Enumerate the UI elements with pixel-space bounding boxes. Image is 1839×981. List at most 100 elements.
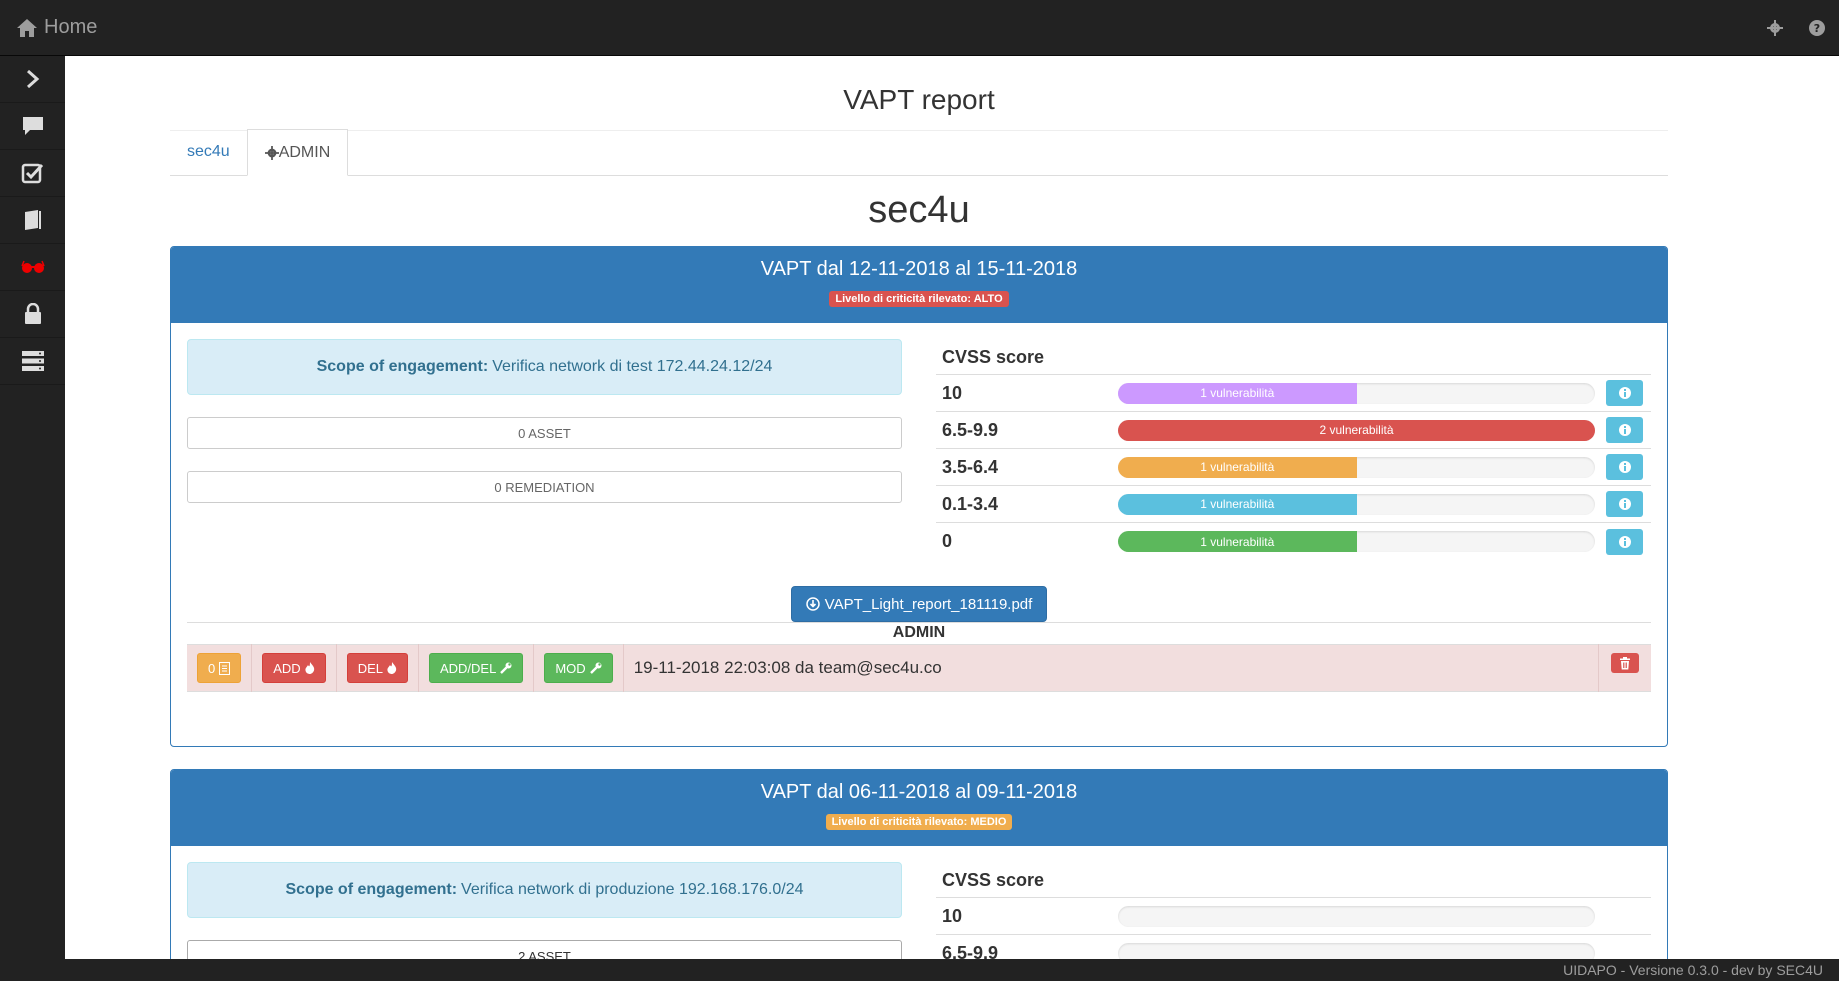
tab-admin[interactable]: ADMIN (246, 129, 349, 176)
download-report-button[interactable]: VAPT_Light_report_181119.pdf (790, 586, 1048, 622)
server-icon (21, 351, 44, 371)
cvss-range: 6.5-9.9 (942, 943, 999, 959)
cvss-range: 3.5-6.4 (942, 456, 999, 477)
main-content: VAPT report sec4u ADMIN sec4u VAPT dal 1… (65, 56, 1839, 959)
scope-label: Scope of engagement: (285, 881, 458, 898)
tab-admin-label: ADMIN (278, 143, 331, 161)
info-icon (1618, 387, 1631, 399)
mod-label: MOD (555, 660, 586, 676)
tab-bar: sec4u ADMIN (170, 129, 1668, 176)
cvss-range: 10 (942, 382, 963, 403)
cvss-bar: 2 vulnerabilità (1118, 419, 1595, 441)
info-button[interactable] (1606, 491, 1643, 517)
book-icon (24, 210, 41, 230)
wrench-icon (589, 662, 602, 674)
vapt-title: VAPT dal 12-11-2018 al 15-11-2018 (760, 258, 1078, 280)
mod-remediation-button[interactable]: MOD (544, 653, 613, 683)
del-label: DEL (357, 660, 383, 676)
cvss-row: 10 1 vulnerabilità (936, 375, 1651, 412)
remediation-count-button[interactable]: 0 REMEDIATION (187, 471, 902, 503)
wrench-icon (500, 662, 512, 674)
scope-text: Verifica network di test 172.44.24.12/24 (492, 358, 773, 375)
del-vuln-button[interactable]: DEL (346, 653, 408, 683)
download-label: VAPT_Light_report_181119.pdf (824, 595, 1033, 613)
vapt-panel-heading: VAPT dal 06-11-2018 al 09-11-2018 Livell… (171, 770, 1667, 846)
home-label: Home (44, 16, 98, 38)
footer-version: UIDAPO - Versione 0.3.0 - dev by SEC4U (1563, 962, 1823, 978)
info-icon (1618, 424, 1631, 436)
cvss-row: 6.5-9.9 2 vulnerabilità (936, 412, 1651, 449)
top-navbar: Home ? (0, 0, 1839, 56)
add-vuln-button[interactable]: ADD (262, 653, 326, 683)
cvss-bar: 1 vulnerabilità (1118, 493, 1357, 515)
cvss-table: CVSS score 10 1 vulnerabilità 6.5-9.9 2 … (936, 339, 1651, 560)
sidebar-item-vapt[interactable] (0, 244, 65, 291)
cvss-range: 0 (942, 531, 953, 551)
sidebar (0, 56, 65, 959)
cvss-title: CVSS score (936, 339, 1651, 375)
help-icon[interactable]: ? (1809, 20, 1825, 36)
sidebar-item-servers[interactable] (0, 338, 65, 385)
scope-text: Verifica network di produzione 192.168.1… (461, 881, 804, 898)
sidebar-toggle[interactable] (0, 56, 65, 103)
tab-sec4u[interactable]: sec4u (170, 129, 247, 175)
cvss-progress: 1 vulnerabilità (1118, 493, 1595, 515)
cvss-table: CVSS score 10 6.5-9.9 (936, 862, 1651, 959)
chevron-right-icon (26, 69, 39, 89)
cvss-progress: 2 vulnerabilità (1118, 419, 1595, 441)
svg-text:?: ? (1814, 22, 1820, 35)
cvss-bar: 1 vulnerabilità (1118, 456, 1357, 478)
gear-icon (264, 145, 279, 160)
home-icon (17, 18, 37, 37)
log-count: 0 (208, 660, 216, 676)
info-icon (1618, 461, 1631, 473)
cvss-progress (1118, 905, 1595, 927)
scope-of-engagement: Scope of engagement: Verifica network di… (187, 862, 902, 918)
cvss-progress: 1 vulnerabilità (1118, 456, 1595, 478)
info-button[interactable] (1606, 528, 1643, 555)
cvss-row: 0.1-3.4 1 vulnerabilità (936, 486, 1651, 523)
cvss-range: 6.5-9.9 (942, 419, 999, 440)
check-square-icon (21, 163, 43, 184)
sidebar-item-tasks[interactable] (0, 150, 65, 197)
add-del-remediation-button[interactable]: ADD/DEL (428, 653, 524, 683)
cvss-title: CVSS score (936, 862, 1651, 898)
sidebar-item-security[interactable] (0, 291, 65, 338)
info-icon (1618, 535, 1631, 548)
adddel-label: ADD/DEL (439, 660, 497, 676)
vapt-panel: VAPT dal 12-11-2018 al 15-11-2018 Livell… (170, 246, 1668, 747)
gear-icon[interactable] (1767, 20, 1783, 36)
cvss-bar: 1 vulnerabilità (1118, 531, 1357, 552)
asset-count-button[interactable]: 0 ASSET (187, 417, 902, 449)
sidebar-item-docs[interactable] (0, 197, 65, 244)
info-button[interactable] (1606, 454, 1643, 480)
fire-icon (387, 662, 397, 674)
asset-count-button[interactable]: 2 ASSET (187, 940, 902, 959)
cvss-bar: 1 vulnerabilità (1118, 382, 1357, 404)
admin-row: 0 ADD DEL ADD/DEL MOD 19-11-2018 22:03:0… (187, 644, 1651, 692)
info-icon (1618, 498, 1631, 510)
lock-icon (24, 303, 41, 324)
glasses-icon (20, 260, 45, 273)
admin-section-title: ADMIN (187, 622, 1651, 644)
trash-icon (1620, 656, 1630, 669)
info-button[interactable] (1606, 417, 1643, 443)
log-count-button[interactable]: 0 (197, 653, 242, 683)
page-title: VAPT report (843, 84, 995, 115)
delete-button[interactable] (1611, 653, 1639, 673)
cvss-row: 6.5-9.9 (936, 935, 1651, 959)
cvss-range: 10 (942, 905, 963, 926)
sidebar-item-messages[interactable] (0, 103, 65, 150)
scope-label: Scope of engagement: (316, 358, 489, 375)
list-icon (219, 661, 231, 675)
criticality-badge: Livello di criticità rilevato: ALTO (829, 291, 1009, 307)
cvss-progress (1118, 943, 1595, 959)
vapt-panel-heading: VAPT dal 12-11-2018 al 15-11-2018 Livell… (171, 247, 1667, 323)
download-icon (805, 597, 820, 611)
cvss-range: 0.1-3.4 (942, 493, 999, 514)
home-link[interactable]: Home (16, 16, 97, 39)
info-button[interactable] (1606, 380, 1643, 406)
criticality-badge: Livello di criticità rilevato: MEDIO (825, 814, 1013, 830)
vapt-title: VAPT dal 06-11-2018 al 09-11-2018 (760, 781, 1078, 803)
footer: UIDAPO - Versione 0.3.0 - dev by SEC4U (0, 959, 1839, 981)
